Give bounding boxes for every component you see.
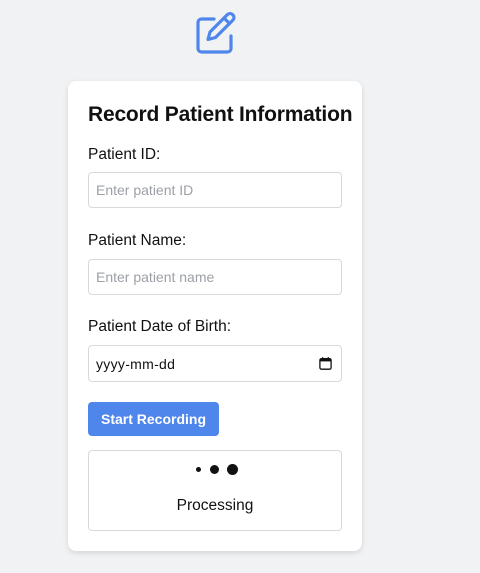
loading-dot-small [196,467,201,472]
patient-id-input[interactable] [88,172,342,208]
status-panel: Processing [88,450,342,531]
patient-name-label: Patient Name: [88,232,187,249]
patient-form-card: Record Patient Information Patient ID: P… [68,81,362,551]
start-recording-button[interactable]: Start Recording [88,402,219,436]
patient-dob-label: Patient Date of Birth: [88,318,232,335]
patient-id-label: Patient ID: [88,146,161,163]
loading-dots-icon [89,462,341,478]
patient-dob-input[interactable]: yyyy-mm-dd [88,345,342,382]
status-text: Processing [176,497,254,514]
patient-dob-value: yyyy-mm-dd [96,356,176,372]
patient-name-input[interactable] [88,259,342,295]
loading-dot-large [227,464,238,475]
form-title: Record Patient Information [88,103,353,126]
calendar-icon[interactable] [319,357,332,370]
loading-dot-medium [210,465,219,474]
pencil-square-icon [196,11,236,54]
